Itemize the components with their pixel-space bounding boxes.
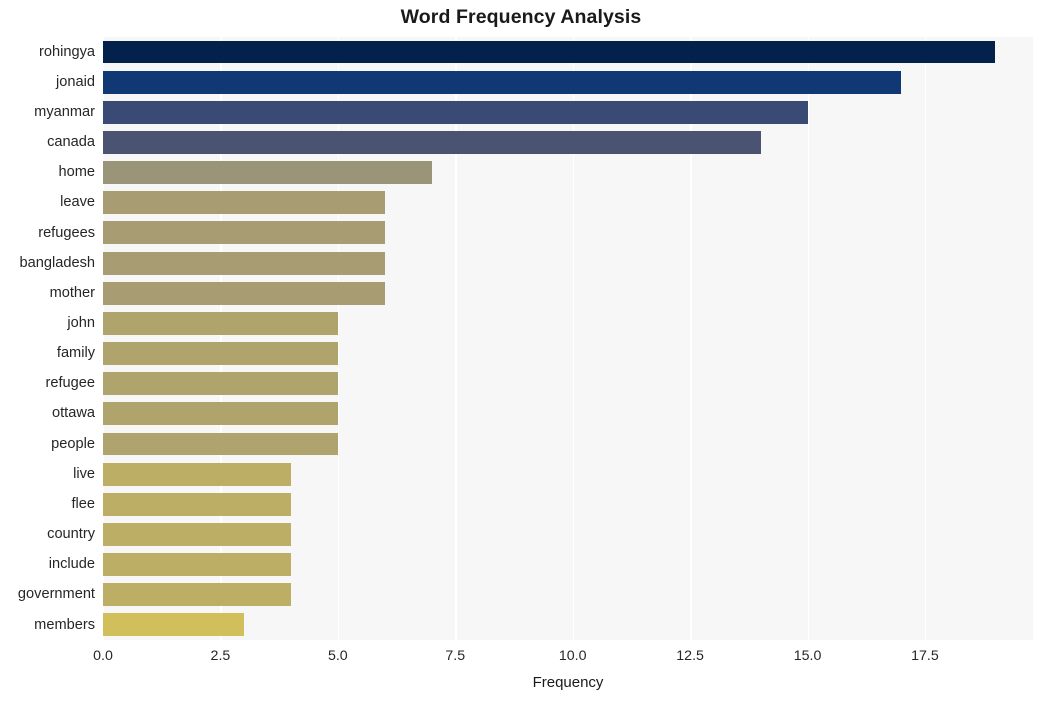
y-axis-tick-label: jonaid bbox=[56, 73, 95, 90]
bar-row bbox=[103, 369, 1033, 399]
y-axis-tick-label: bangladesh bbox=[19, 254, 95, 271]
y-axis-tick-label: home bbox=[58, 164, 95, 181]
y-axis-tick-label: canada bbox=[47, 134, 95, 151]
bar bbox=[103, 100, 808, 124]
y-axis-tick-label: leave bbox=[60, 194, 95, 211]
x-axis-tick-label: 12.5 bbox=[676, 648, 704, 664]
bar bbox=[103, 583, 291, 607]
bar-row bbox=[103, 580, 1033, 610]
y-axis-tick-label: refugee bbox=[45, 375, 96, 392]
x-axis-tick-label: 10.0 bbox=[558, 648, 587, 664]
bar bbox=[103, 402, 338, 426]
bar-row bbox=[103, 37, 1033, 67]
bar-row bbox=[103, 308, 1033, 338]
bar-row bbox=[103, 67, 1033, 97]
x-axis-tick-label: 2.5 bbox=[210, 648, 231, 664]
bar bbox=[103, 432, 338, 456]
bar bbox=[103, 553, 291, 577]
bar bbox=[103, 191, 385, 215]
word-frequency-chart: Word Frequency Analysis rohingya jonaid my… bbox=[0, 0, 1042, 701]
bar-row bbox=[103, 429, 1033, 459]
bar-row bbox=[103, 218, 1033, 248]
x-axis-tick-label: 15.0 bbox=[793, 648, 822, 664]
bar-row bbox=[103, 97, 1033, 127]
chart-title: Word Frequency Analysis bbox=[400, 6, 642, 28]
y-axis-tick-label: family bbox=[56, 345, 95, 362]
bar-row bbox=[103, 610, 1033, 640]
x-axis-title: Frequency bbox=[532, 674, 604, 691]
x-axis-ticks: 0.0 2.5 5.0 7.5 10.0 12.5 15.0 17.5 bbox=[0, 648, 1042, 670]
bar-row bbox=[103, 459, 1033, 489]
y-axis-tick-label: mother bbox=[49, 284, 95, 301]
y-axis-tick-label: flee bbox=[71, 495, 95, 512]
y-axis-tick-label: include bbox=[48, 556, 95, 573]
y-axis-tick-label: live bbox=[73, 465, 95, 482]
bar-row bbox=[103, 127, 1033, 157]
bar bbox=[103, 251, 385, 275]
x-axis-tick-label: 5.0 bbox=[327, 648, 348, 664]
bar bbox=[103, 131, 761, 154]
x-axis-tick-label: 7.5 bbox=[445, 648, 466, 664]
y-axis-tick-label: government bbox=[17, 586, 95, 603]
bar bbox=[103, 161, 432, 185]
y-axis-tick-label: refugees bbox=[38, 224, 95, 241]
bar bbox=[103, 372, 338, 396]
bar-row bbox=[103, 519, 1033, 549]
bar-row bbox=[103, 489, 1033, 519]
bar bbox=[103, 221, 385, 245]
y-axis-tick-label: myanmar bbox=[34, 103, 95, 120]
x-axis-tick-label: 17.5 bbox=[911, 648, 939, 664]
x-axis-tick-label: 0.0 bbox=[93, 648, 113, 664]
bar-row bbox=[103, 399, 1033, 429]
bar bbox=[103, 522, 291, 546]
y-axis-tick-label: ottawa bbox=[52, 405, 95, 422]
bar bbox=[103, 492, 291, 516]
bar-row bbox=[103, 248, 1033, 278]
bar bbox=[103, 462, 291, 486]
bar bbox=[103, 613, 244, 637]
y-axis-tick-label: country bbox=[47, 526, 95, 543]
y-axis-tick-label: members bbox=[34, 616, 95, 633]
bar bbox=[103, 70, 902, 94]
bar-row bbox=[103, 339, 1033, 369]
y-axis-tick-label: rohingya bbox=[39, 43, 95, 60]
bar-row bbox=[103, 158, 1033, 188]
y-axis-tick-label: people bbox=[51, 435, 95, 452]
bar bbox=[103, 311, 338, 335]
y-axis-labels: rohingya jonaid myanmar canada home leave refu… bbox=[0, 37, 95, 640]
bar bbox=[103, 342, 338, 365]
bar bbox=[103, 40, 996, 64]
y-axis-tick-label: john bbox=[67, 315, 95, 332]
bar-row bbox=[103, 550, 1033, 580]
bar bbox=[103, 281, 385, 305]
bar-row bbox=[103, 188, 1033, 218]
plot-area bbox=[103, 37, 1033, 640]
bar-row bbox=[103, 278, 1033, 308]
